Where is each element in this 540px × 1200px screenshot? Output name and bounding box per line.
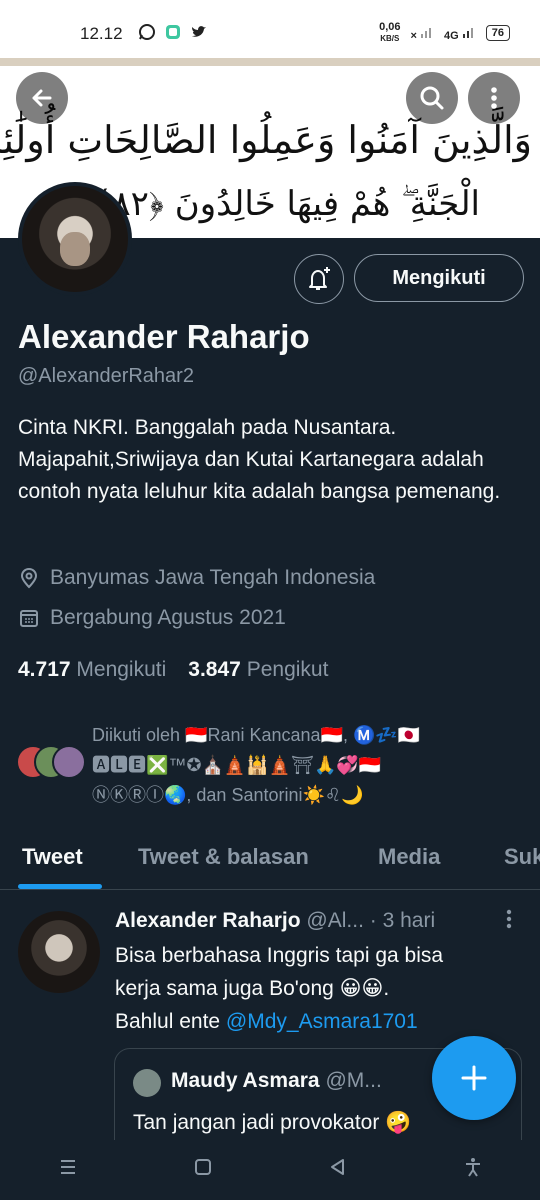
followers-stat[interactable]: 3.847 Pengikut (188, 658, 328, 682)
quote-text: Tan jangan jadi provokator 🤪 (133, 1111, 412, 1134)
followers-label: Pengikut (246, 658, 329, 681)
bell-plus-icon (309, 267, 330, 290)
active-tab-indicator (18, 884, 102, 889)
tweet-author: Alexander Raharjo (115, 909, 301, 932)
calendar-icon (20, 610, 38, 627)
search-icon (420, 86, 444, 110)
profile-location: Banyumas Jawa Tengah Indonesia (18, 566, 375, 590)
following-label: Mengikuti (76, 658, 167, 681)
followed-by-text[interactable]: Diikuti oleh 🇮🇩Rani Kancana🇮🇩, Ⓜ️💤🇯🇵 🅰🅻🅴… (92, 720, 512, 810)
home-button[interactable] (192, 1156, 214, 1184)
location-pin-icon (20, 567, 38, 589)
status-right: 0,06 KB/S × 4G 76 (379, 22, 510, 44)
signal-2: 4G (444, 29, 459, 42)
tweet-text-line2: kerja sama juga Bo'ong 😀😀. (115, 977, 390, 1000)
tweet-handle-time: @Al... · 3 hari (306, 909, 436, 932)
tab-tweet-replies[interactable]: Tweet & balasan (138, 828, 309, 870)
more-vertical-icon (506, 909, 512, 929)
app-icon (164, 23, 182, 46)
tweet-avatar[interactable] (18, 911, 100, 993)
profile-name: Alexander Raharjo (18, 318, 310, 355)
joined-text: Bergabung Agustus 2021 (50, 606, 286, 629)
followed-by-line1: Diikuti oleh 🇮🇩Rani Kancana🇮🇩, Ⓜ️💤🇯🇵 (92, 725, 421, 745)
triangle-back-icon (330, 1159, 344, 1175)
followed-by-line2: 🅰🅻🅴❎™✪⛪🛕🕌🛕⛩🙏💞🇮🇩 (92, 755, 382, 775)
following-stat[interactable]: 4.717 Mengikuti (18, 658, 166, 682)
quote-handle: @M... (325, 1069, 382, 1092)
accessibility-icon (465, 1158, 480, 1177)
tweet-mention-link[interactable]: @Mdy_Asmara1701 (226, 1010, 418, 1033)
whatsapp-icon (138, 23, 156, 46)
profile-avatar[interactable] (18, 182, 132, 296)
quote-header: Maudy Asmara @M... (171, 1069, 382, 1093)
net-speed: 0,06 KB/S (379, 22, 400, 44)
arrow-left-icon (32, 89, 52, 107)
tab-likes[interactable]: Suka (504, 828, 540, 870)
menu-lines-icon (60, 1160, 75, 1174)
following-button[interactable]: Mengikuti (354, 254, 524, 302)
tab-media[interactable]: Media (378, 828, 440, 870)
following-count: 4.717 (18, 658, 71, 681)
followers-count: 3.847 (188, 658, 241, 681)
status-bar: 12.12 0,06 KB/S × 4G 76 (0, 0, 540, 58)
tweet-text: Bisa berbahasa Inggris tapi ga bisa kerj… (115, 939, 515, 1038)
net-speed-unit: KB/S (380, 34, 400, 43)
search-button[interactable] (406, 72, 458, 124)
banner-text-line2: الْجَنَّةِ ۖ هُمْ فِيهَا خَالِدُونَ ﴿٨٢﴾ (92, 184, 480, 224)
follower-avatar (52, 745, 86, 779)
recents-button[interactable] (57, 1156, 79, 1184)
signal-4g-icon: 4G (444, 25, 476, 42)
location-text: Banyumas Jawa Tengah Indonesia (50, 566, 376, 589)
banner-text-line1: وَالَّذِينَ آمَنُوا وَعَمِلُوا الصَّالِح… (0, 118, 532, 162)
followed-by-line3: ⓃⓀⓇⒾ🌏, dan Santorini☀️♌🌙 (92, 785, 364, 805)
tweet-text-line1: Bisa berbahasa Inggris tapi ga bisa (115, 944, 444, 967)
signal-icon: × (411, 25, 435, 42)
signal-1: × (410, 29, 417, 42)
quote-author: Maudy Asmara (171, 1069, 320, 1092)
tweet-header: Alexander Raharjo @Al... · 3 hari (115, 909, 435, 933)
profile-bio: Cinta NKRI. Banggalah pada Nusantara. Ma… (18, 416, 501, 503)
plus-icon (461, 1065, 487, 1091)
notification-button[interactable] (294, 254, 344, 304)
tweet-text-line3: Bahlul ente (115, 1010, 226, 1033)
status-app-icons (138, 23, 208, 46)
more-vertical-icon (491, 87, 497, 109)
avatar-face (60, 232, 90, 266)
system-nav-bar (0, 1140, 540, 1200)
more-options-button[interactable] (468, 72, 520, 124)
profile-tabs: Tweet Tweet & balasan Media Suka (0, 828, 540, 890)
profile-stats: 4.717 Mengikuti 3.847 Pengikut (18, 658, 328, 682)
status-time: 12.12 (80, 24, 123, 43)
tab-tweet[interactable]: Tweet (22, 828, 83, 870)
tweet-text-line3-wrap: Bahlul ente @Mdy_Asmara1701 (115, 1005, 515, 1038)
back-nav-button[interactable] (327, 1156, 349, 1184)
banner-strip (0, 58, 540, 66)
square-icon (194, 1159, 211, 1175)
profile-joined: Bergabung Agustus 2021 (18, 606, 286, 630)
quote-avatar (133, 1069, 161, 1097)
back-button[interactable] (16, 72, 68, 124)
net-speed-value: 0,06 (379, 21, 401, 33)
twitter-icon (190, 23, 208, 46)
tweet-more-button[interactable] (504, 907, 514, 937)
accessibility-button[interactable] (462, 1156, 484, 1184)
battery-icon: 76 (485, 25, 510, 41)
compose-tweet-button[interactable] (432, 1036, 516, 1120)
profile-handle: @AlexanderRahar2 (18, 365, 194, 387)
